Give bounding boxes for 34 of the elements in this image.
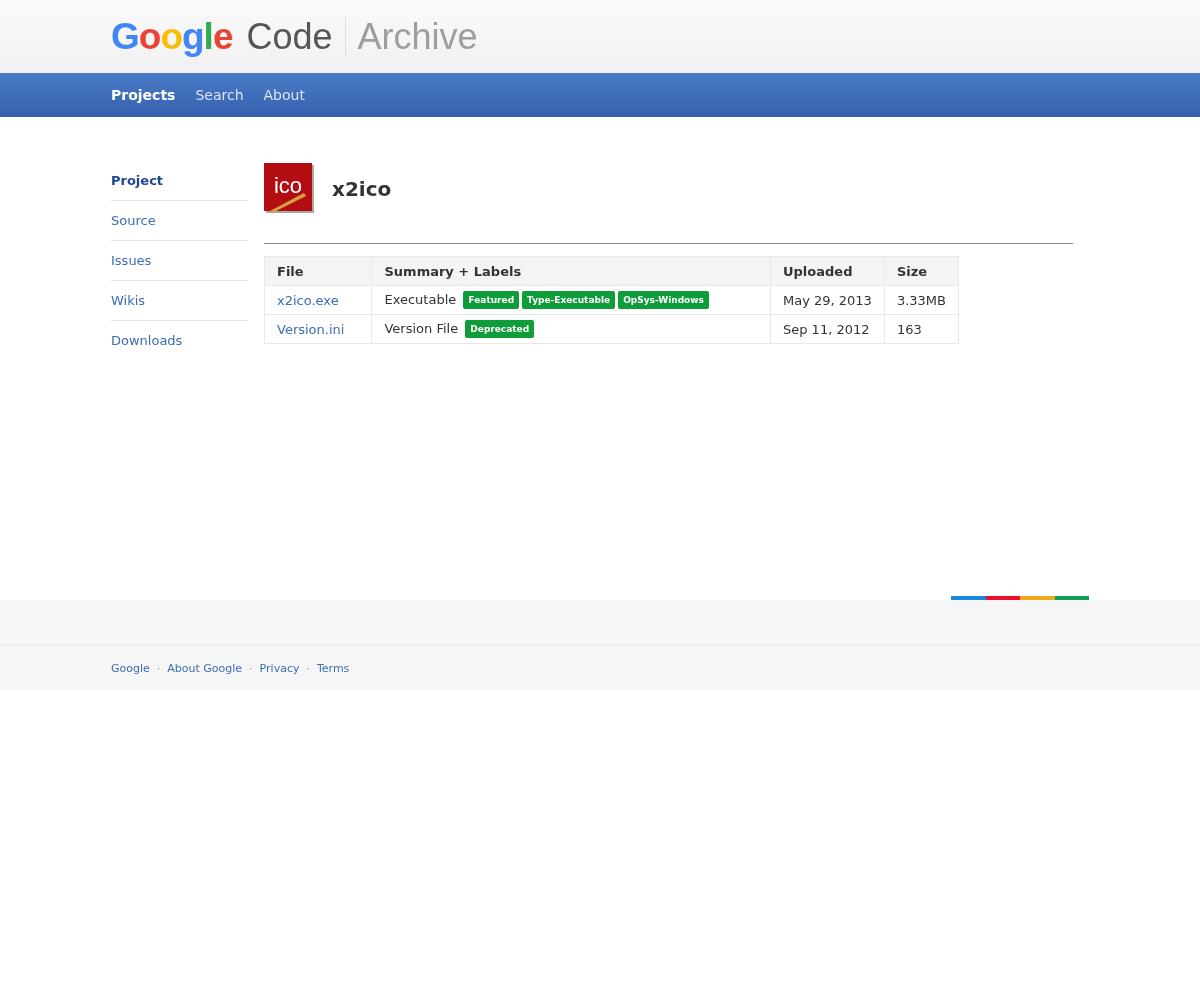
column-header: Uploaded <box>770 256 885 286</box>
nav-link[interactable]: Projects <box>111 87 176 103</box>
date-cell: May 29, 2013 <box>770 285 885 315</box>
separator-dot: · <box>156 661 161 675</box>
label-tag: Featured <box>463 291 520 309</box>
size-cell: 3.33MB <box>884 285 959 315</box>
date-cell: Sep 11, 2012 <box>770 314 885 344</box>
google-logo: Google <box>111 15 233 58</box>
label-tag: OpSys-Windows <box>618 291 709 309</box>
project-icon: ico <box>264 163 316 215</box>
summary-text: Version File <box>384 320 459 336</box>
footer-link[interactable]: Google <box>111 661 150 675</box>
column-header: Summary + Labels <box>371 256 771 286</box>
footer-link[interactable]: Privacy <box>259 661 300 675</box>
size-cell: 163 <box>884 314 959 344</box>
footer-link[interactable]: About Google <box>167 661 243 675</box>
nav-link[interactable]: Search <box>195 87 244 103</box>
sidebar-item[interactable]: Wikis <box>111 281 248 321</box>
sidebar-item[interactable]: Source <box>111 201 248 241</box>
summary-text: Executable <box>384 291 457 307</box>
label-tag: Deprecated <box>465 320 535 338</box>
sidebar-item[interactable]: Issues <box>111 241 248 281</box>
logo-text: Code <box>246 15 346 58</box>
column-header: File <box>264 256 372 286</box>
sidebar-item[interactable]: Downloads <box>111 321 248 360</box>
column-header: Size <box>884 256 959 286</box>
site-title: Archive <box>357 15 478 58</box>
project-title: x2ico <box>332 177 392 201</box>
separator-dot: · <box>249 661 253 675</box>
separator-dot: · <box>306 661 310 675</box>
nav-link[interactable]: About <box>263 87 305 103</box>
footer-link[interactable]: Terms <box>316 661 350 675</box>
label-tag: Type-Executable <box>522 291 616 309</box>
sidebar-item[interactable]: Project <box>111 161 248 201</box>
